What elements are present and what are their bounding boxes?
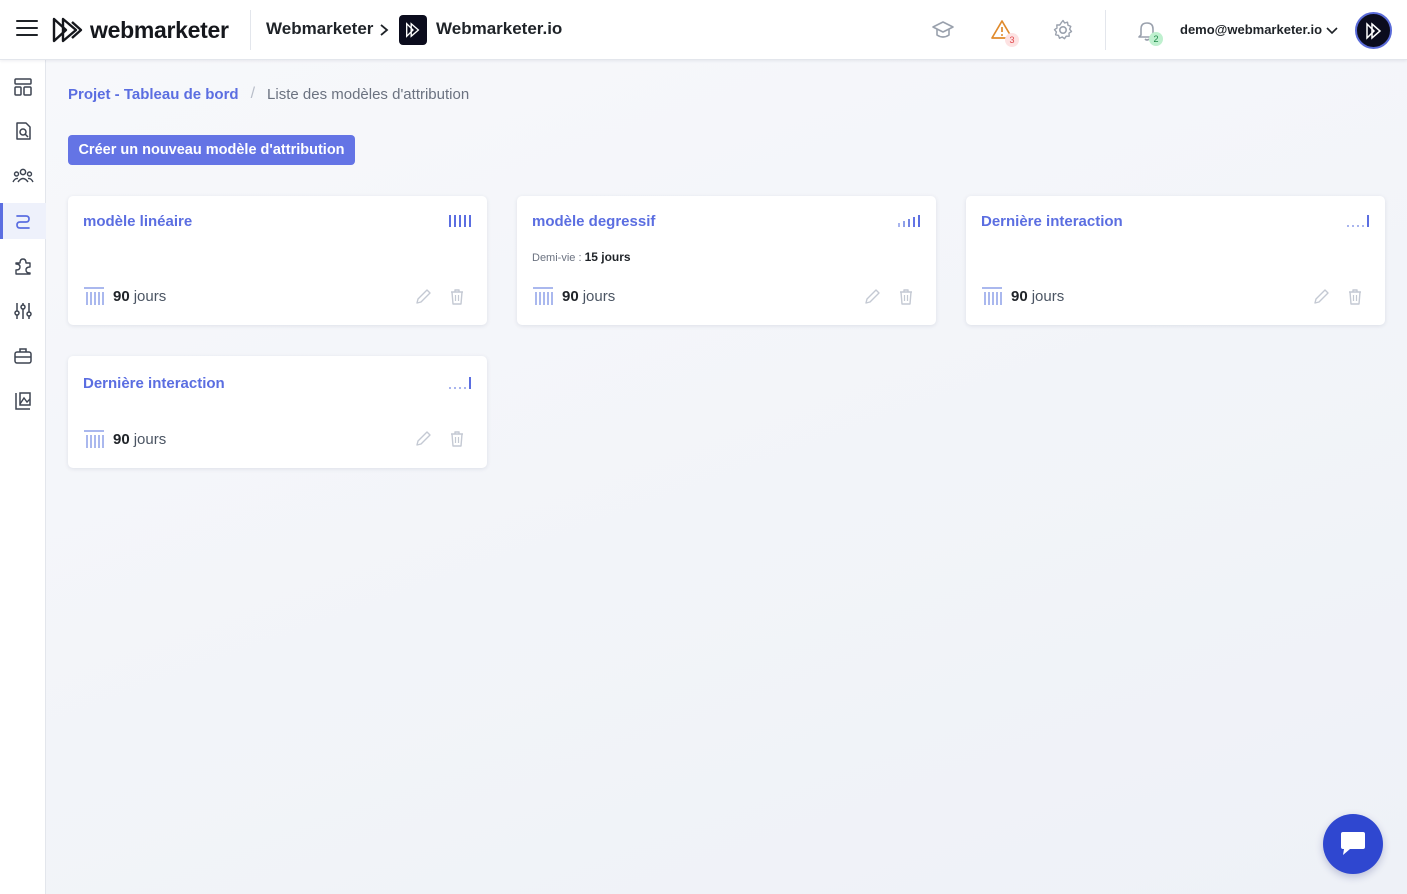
chat-launcher-button[interactable]	[1323, 814, 1383, 874]
notification-count-badge: 2	[1149, 32, 1163, 46]
project-play-icon	[406, 22, 420, 38]
search-report-icon	[16, 122, 31, 140]
integrations-icon	[15, 258, 31, 275]
model-card: Dernière interaction 90 jours	[966, 196, 1385, 325]
calendar-range-icon	[982, 287, 1002, 305]
lookback-window: 90 jours	[981, 286, 1064, 306]
attribution-icon	[16, 215, 30, 229]
sidebar-item-integrations[interactable]	[0, 248, 46, 284]
lookback-window: 90 jours	[532, 286, 615, 306]
model-card: modèle linéaire 90 jours	[68, 196, 487, 325]
sidebar	[0, 60, 46, 894]
brand-name: webmarketer	[90, 16, 229, 43]
last-interaction-model-icon	[449, 377, 471, 389]
edit-icon[interactable]	[414, 288, 432, 306]
sidebar-item-briefcase[interactable]	[0, 338, 46, 374]
window-value: 90	[113, 430, 130, 448]
window-value: 90	[1011, 287, 1028, 305]
audience-icon	[12, 168, 34, 183]
model-title[interactable]: modèle linéaire	[83, 213, 192, 230]
project-selector[interactable]: Webmarketer.io	[436, 19, 562, 39]
chevron-down-icon[interactable]	[1325, 24, 1339, 38]
trash-icon[interactable]	[897, 288, 915, 306]
last-interaction-model-icon	[1347, 215, 1369, 227]
calendar-range-icon	[84, 287, 104, 305]
model-title[interactable]: modèle degressif	[532, 213, 655, 230]
decreasing-model-icon	[898, 215, 920, 227]
breadcrumb-parent-link[interactable]: Projet - Tableau de bord	[68, 86, 239, 103]
window-unit: jours	[582, 287, 616, 305]
window-value: 90	[113, 287, 130, 305]
half-life: Demi-vie : 15 jours	[532, 250, 631, 264]
trash-icon[interactable]	[448, 430, 466, 448]
sidebar-item-dashboard[interactable]	[0, 69, 46, 105]
chat-bubble-icon	[1341, 832, 1365, 855]
top-bar: webmarketer Webmarketer Webmarketer.io 3…	[0, 0, 1407, 60]
briefcase-icon	[14, 348, 32, 364]
model-card: modèle degressif Demi-vie : 15 jours 90 …	[517, 196, 936, 325]
project-logo[interactable]	[399, 15, 427, 45]
user-email[interactable]: demo@webmarketer.io	[1180, 22, 1322, 37]
dashboard-icon	[14, 78, 32, 96]
chevron-right-icon	[380, 24, 389, 36]
menu-icon[interactable]	[16, 20, 38, 40]
org-selector[interactable]: Webmarketer	[266, 19, 373, 39]
sidebar-item-settings[interactable]	[0, 293, 46, 329]
sidebar-item-search-report[interactable]	[0, 113, 46, 149]
linear-model-icon	[449, 215, 471, 227]
sidebar-item-audience[interactable]	[0, 158, 46, 194]
half-life-value: 15 jours	[584, 250, 631, 264]
edit-icon[interactable]	[863, 288, 881, 306]
sidebar-item-attribution[interactable]	[0, 203, 46, 239]
lookback-window: 90 jours	[83, 286, 166, 306]
divider	[250, 10, 251, 50]
main-content: Projet - Tableau de bord / Liste des mod…	[46, 60, 1407, 894]
settings-sliders-icon	[14, 303, 32, 319]
create-model-button[interactable]: Créer un nouveau modèle d'attribution	[68, 135, 355, 165]
calendar-range-icon	[84, 430, 104, 448]
sidebar-item-media[interactable]	[0, 383, 46, 419]
calendar-range-icon	[533, 287, 553, 305]
model-card: Dernière interaction 90 jours	[68, 356, 487, 468]
window-unit: jours	[1031, 287, 1065, 305]
breadcrumb: Projet - Tableau de bord / Liste des mod…	[68, 85, 469, 103]
gear-icon[interactable]	[1051, 18, 1075, 42]
trash-icon[interactable]	[1346, 288, 1364, 306]
academy-icon[interactable]	[931, 18, 955, 42]
window-value: 90	[562, 287, 579, 305]
avatar-play-icon	[1365, 21, 1381, 40]
edit-icon[interactable]	[1312, 288, 1330, 306]
media-icon	[15, 392, 31, 410]
brand-logo[interactable]: webmarketer	[52, 14, 229, 46]
edit-icon[interactable]	[414, 430, 432, 448]
lookback-window: 90 jours	[83, 429, 166, 449]
window-unit: jours	[133, 287, 167, 305]
alert-count-badge: 3	[1005, 33, 1019, 47]
avatar[interactable]	[1355, 12, 1392, 49]
window-unit: jours	[133, 430, 167, 448]
half-life-label: Demi-vie :	[532, 252, 582, 264]
brand-play-icon	[52, 17, 83, 43]
model-title[interactable]: Dernière interaction	[83, 375, 225, 392]
trash-icon[interactable]	[448, 288, 466, 306]
breadcrumb-separator: /	[250, 85, 256, 102]
breadcrumb-current: Liste des modèles d'attribution	[267, 85, 470, 103]
model-title[interactable]: Dernière interaction	[981, 213, 1123, 230]
divider	[1105, 10, 1106, 50]
